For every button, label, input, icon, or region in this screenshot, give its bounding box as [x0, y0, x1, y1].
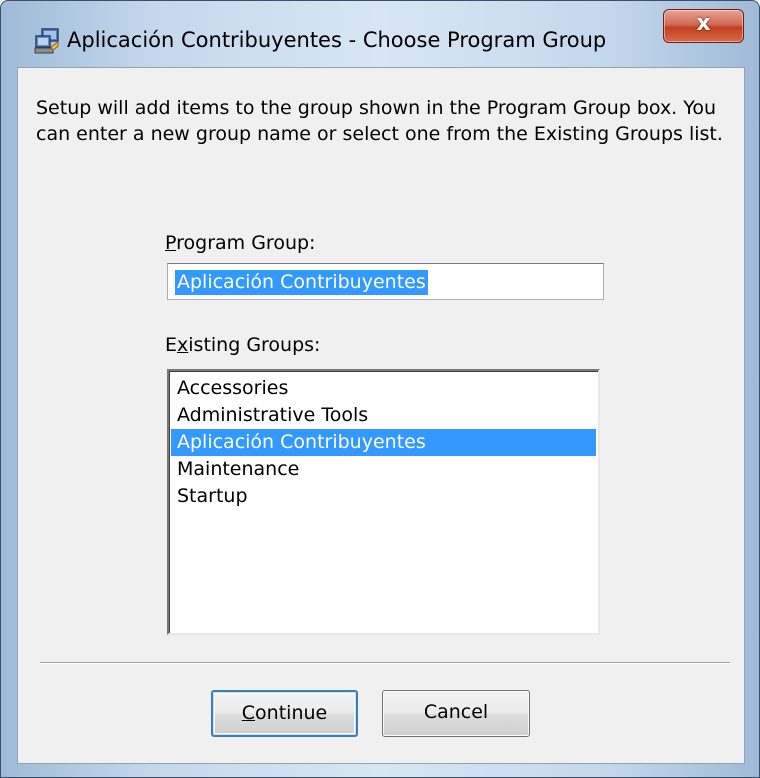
setup-computer-icon: [34, 28, 59, 54]
program-group-input[interactable]: Aplicación Contribuyentes: [167, 263, 604, 300]
list-item-startup[interactable]: Startup: [171, 483, 596, 510]
cancel-button[interactable]: Cancel: [382, 690, 530, 737]
instructions-text: Setup will add items to the group shown …: [36, 97, 723, 145]
window-title: Aplicación Contribuyentes - Choose Progr…: [67, 28, 607, 52]
list-item-aplicacion-contribuyentes[interactable]: Aplicación Contribuyentes: [171, 429, 596, 456]
existing-groups-label: Existing Groups:: [165, 334, 320, 356]
dialog-window: Aplicación Contribuyentes - Choose Progr…: [0, 0, 760, 778]
existing-groups-label-accelerator: x: [177, 334, 189, 356]
list-item-administrative-tools[interactable]: Administrative Tools: [171, 402, 596, 429]
program-group-input-value: Aplicación Contribuyentes: [175, 270, 428, 295]
program-group-label: Program Group:: [165, 232, 315, 254]
continue-button[interactable]: Continue: [211, 690, 358, 737]
program-group-label-accelerator: P: [165, 232, 177, 254]
title-bar[interactable]: Aplicación Contribuyentes - Choose Progr…: [1, 1, 759, 67]
list-item-accessories[interactable]: Accessories: [171, 375, 596, 402]
dialog-body: Setup will add items to the group shown …: [17, 67, 745, 764]
continue-button-label: ontinue: [255, 702, 328, 724]
existing-groups-list[interactable]: Accessories Administrative Tools Aplicac…: [167, 369, 600, 635]
button-separator: [40, 662, 730, 664]
existing-groups-label-prefix: E: [165, 334, 178, 356]
existing-groups-label-text: isting Groups:: [188, 334, 321, 356]
program-group-label-text: rogram Group:: [176, 232, 316, 254]
close-button[interactable]: x: [663, 9, 744, 43]
close-icon: x: [696, 11, 711, 36]
list-item-maintenance[interactable]: Maintenance: [171, 456, 596, 483]
continue-button-accelerator: C: [241, 702, 256, 724]
